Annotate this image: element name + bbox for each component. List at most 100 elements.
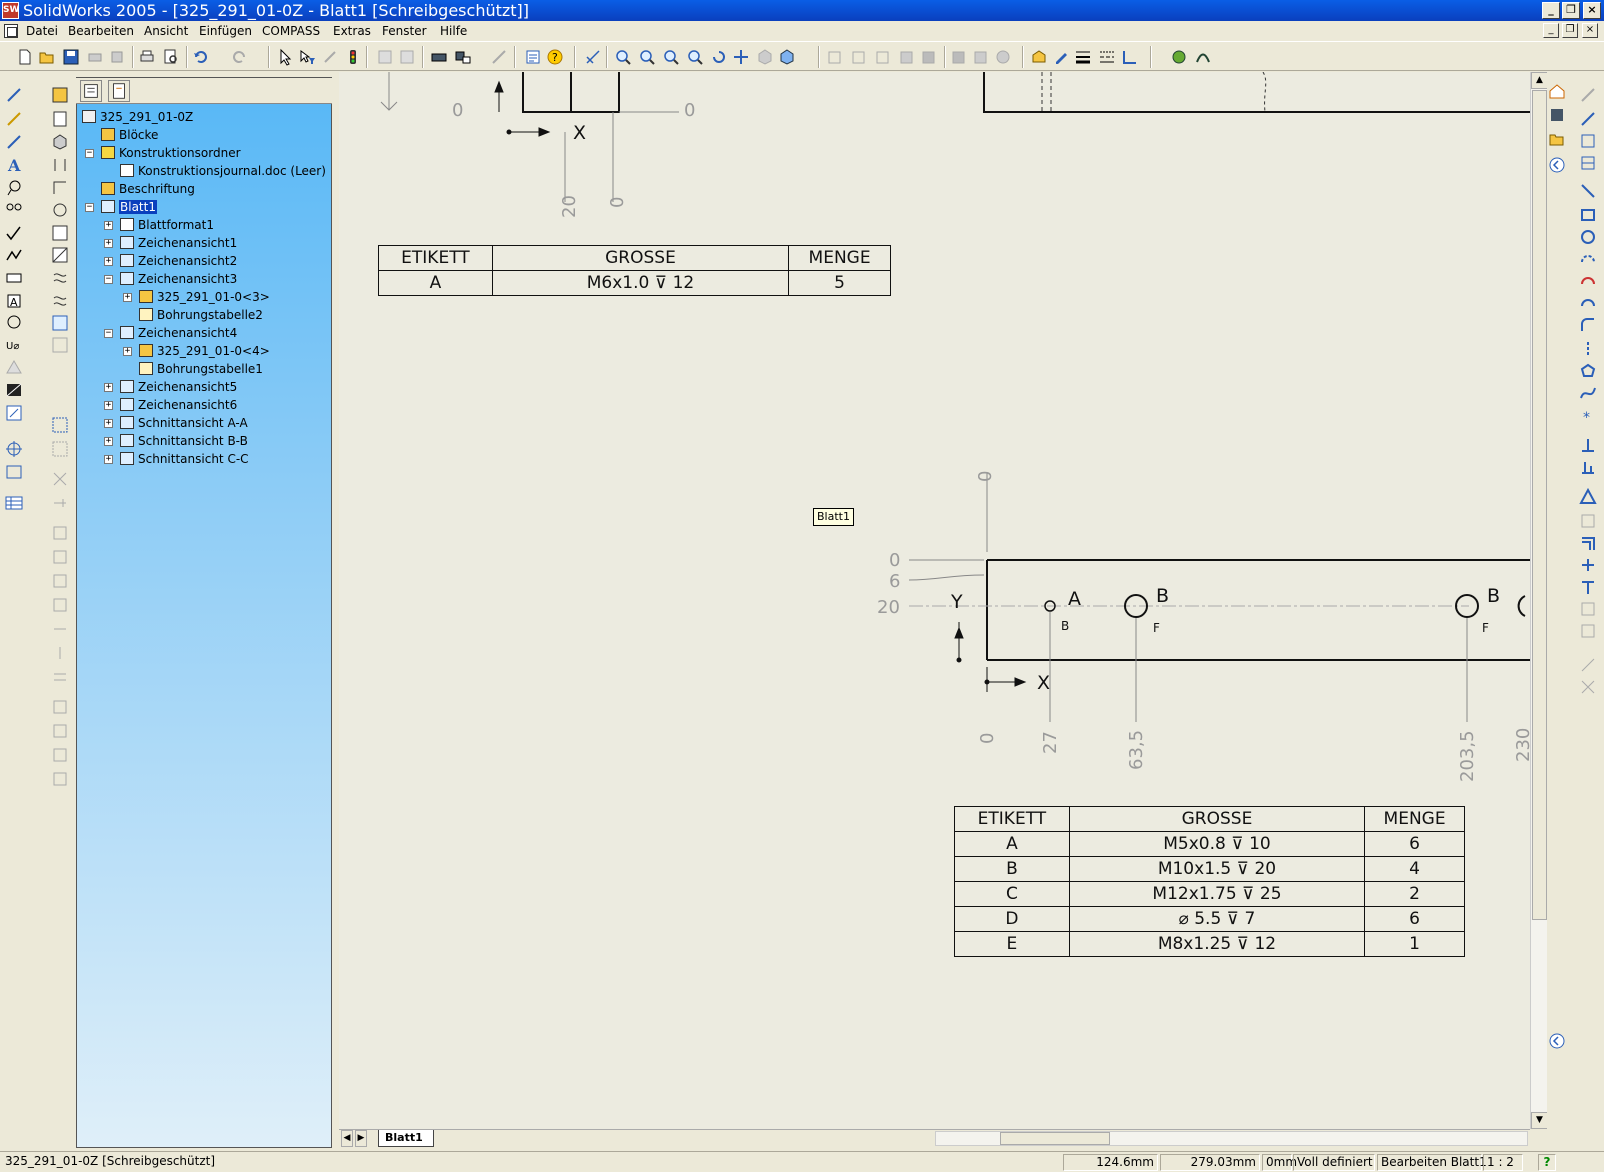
three-point-arc-icon[interactable] xyxy=(1579,294,1597,312)
tree-expander-icon[interactable]: + xyxy=(123,293,132,302)
close-button[interactable]: × xyxy=(1583,2,1601,19)
collapse-panel-icon[interactable] xyxy=(1548,156,1566,174)
print-icon[interactable] xyxy=(138,48,156,66)
smart-dim-sketch-icon[interactable] xyxy=(1579,110,1597,128)
select-arrow-icon[interactable] xyxy=(276,48,294,66)
tab-first-icon[interactable]: ◀ xyxy=(341,1130,353,1147)
mdi-close-button[interactable]: × xyxy=(1582,23,1598,38)
library-icon[interactable] xyxy=(1548,106,1566,124)
tree-expander-icon[interactable]: + xyxy=(104,401,113,410)
vertical-scroll-thumb[interactable] xyxy=(1532,90,1547,920)
tree-node[interactable]: Zeichenansicht4 xyxy=(120,325,237,342)
line-tool-icon[interactable] xyxy=(1579,182,1597,200)
tree-node[interactable]: Konstruktionsjournal.doc (Leer) xyxy=(120,163,326,180)
property-tab-icon[interactable] xyxy=(108,80,130,102)
centerline-tool-icon[interactable] xyxy=(1579,340,1597,358)
minimize-button[interactable]: _ xyxy=(1542,2,1560,19)
tree-node[interactable]: Blatt1 xyxy=(101,199,157,216)
extend-tool-icon[interactable] xyxy=(1579,458,1597,476)
sheet-tab-blatt1[interactable]: Blatt1 xyxy=(378,1130,434,1147)
new-document-icon[interactable] xyxy=(16,48,34,66)
tree-expander-icon[interactable]: + xyxy=(104,455,113,464)
tree-node[interactable]: Konstruktionsordner xyxy=(101,145,241,162)
drawing-view-tool-3[interactable] xyxy=(51,133,69,151)
geometric-tolerance-icon[interactable] xyxy=(5,269,23,287)
mirror-tool-icon[interactable] xyxy=(1579,488,1597,506)
menu-bearbeiten[interactable]: Bearbeiten xyxy=(68,23,134,39)
tree-expander-icon[interactable]: + xyxy=(104,221,113,230)
rotate-view-icon[interactable] xyxy=(710,48,728,66)
tree-node[interactable]: Zeichenansicht1 xyxy=(120,235,237,252)
offset-entities-icon[interactable] xyxy=(1579,534,1597,552)
drawing-view-tool-2[interactable] xyxy=(51,110,69,128)
drawing-view-tool-10[interactable] xyxy=(51,292,69,310)
scroll-up-icon[interactable]: ▲ xyxy=(1531,72,1548,89)
menu-ansicht[interactable]: Ansicht xyxy=(144,23,188,39)
edit-appearance-icon[interactable] xyxy=(1052,48,1070,66)
traffic-light-icon[interactable] xyxy=(344,48,362,66)
menu-extras[interactable]: Extras xyxy=(333,23,371,39)
tree-node[interactable]: 325_291_01-0<4> xyxy=(139,343,270,360)
mdi-minimize-button[interactable]: _ xyxy=(1543,23,1559,38)
point-tool-icon[interactable]: * xyxy=(1579,408,1597,426)
undo-icon[interactable] xyxy=(192,48,210,66)
trim-tool-icon[interactable] xyxy=(1579,436,1597,454)
construction-geometry-icon[interactable] xyxy=(1579,578,1597,596)
drawing-view-tool-1[interactable] xyxy=(51,86,69,104)
standard-views-icon[interactable] xyxy=(778,48,796,66)
surface-finish-icon[interactable] xyxy=(5,224,23,242)
projected-view-icon[interactable] xyxy=(454,48,472,66)
tree-node[interactable]: Blöcke xyxy=(101,127,158,144)
hole-table-small[interactable]: ETIKETT GROSSE MENGE A M6x1.0 ⊽ 12 5 xyxy=(378,245,891,296)
zoom-in-out-icon[interactable] xyxy=(662,48,680,66)
tangent-arc-icon[interactable] xyxy=(1579,272,1597,290)
select-filter-icon[interactable] xyxy=(298,48,316,66)
menu-einfuegen[interactable]: Einfügen xyxy=(199,23,252,39)
hide-show-items-icon[interactable] xyxy=(1030,48,1048,66)
line-thickness-icon[interactable] xyxy=(1074,48,1092,66)
smart-dimension-icon[interactable] xyxy=(584,48,602,66)
tree-node[interactable]: Schnittansicht B-B xyxy=(120,433,248,450)
compass-icon-2[interactable] xyxy=(1194,48,1212,66)
mdi-restore-button[interactable]: ❐ xyxy=(1562,23,1578,38)
baseline-dimension-icon[interactable] xyxy=(5,133,23,151)
rectangle-tool-icon[interactable] xyxy=(1579,206,1597,224)
tree-expander-icon[interactable]: − xyxy=(104,275,113,284)
center-mark-icon[interactable] xyxy=(5,440,23,458)
scroll-down-icon[interactable]: ▼ xyxy=(1531,1112,1548,1129)
menu-hilfe[interactable]: Hilfe xyxy=(440,23,467,39)
document-menu-icon[interactable] xyxy=(4,24,18,38)
grid-snap-icon[interactable] xyxy=(1120,48,1138,66)
tree-node[interactable]: Schnittansicht A-A xyxy=(120,415,248,432)
datum-target-icon[interactable] xyxy=(5,314,23,332)
tree-expander-icon[interactable]: − xyxy=(85,149,94,158)
pan-icon[interactable] xyxy=(732,48,750,66)
tree-node[interactable]: Zeichenansicht2 xyxy=(120,253,237,270)
horizontal-scrollbar[interactable] xyxy=(935,1131,1528,1146)
tree-expander-icon[interactable]: − xyxy=(85,203,94,212)
drawing-view-tool-7[interactable] xyxy=(51,224,69,242)
centerline-icon[interactable] xyxy=(5,463,23,481)
print-preview-icon[interactable] xyxy=(162,48,180,66)
vertical-scrollbar[interactable]: ▲ ▼ xyxy=(1530,72,1548,1129)
feature-tree-tab-icon[interactable] xyxy=(80,80,102,102)
tree-expander-icon[interactable]: + xyxy=(104,239,113,248)
dimension-chain-icon[interactable] xyxy=(5,110,23,128)
linear-pattern-icon[interactable] xyxy=(1579,556,1597,574)
drawing-view-tool-6[interactable] xyxy=(51,201,69,219)
annotation-dimension-icon[interactable] xyxy=(5,86,23,104)
drawing-view-tool-4[interactable] xyxy=(51,156,69,174)
block-icon[interactable] xyxy=(5,404,23,422)
tree-expander-icon[interactable]: − xyxy=(104,329,113,338)
zoom-area-icon[interactable] xyxy=(638,48,656,66)
text-note-icon[interactable]: A xyxy=(5,156,23,174)
horizontal-scroll-thumb[interactable] xyxy=(1000,1132,1110,1145)
tree-expander-icon[interactable]: + xyxy=(104,257,113,266)
zoom-to-fit-icon[interactable] xyxy=(614,48,632,66)
help-icon[interactable]: ? xyxy=(546,48,564,66)
menu-compass[interactable]: COMPASS xyxy=(262,23,320,39)
model-view-icon[interactable] xyxy=(430,48,448,66)
tree-node[interactable]: Beschriftung xyxy=(101,181,195,198)
polygon-tool-icon[interactable] xyxy=(1579,362,1597,380)
menu-fenster[interactable]: Fenster xyxy=(382,23,427,39)
